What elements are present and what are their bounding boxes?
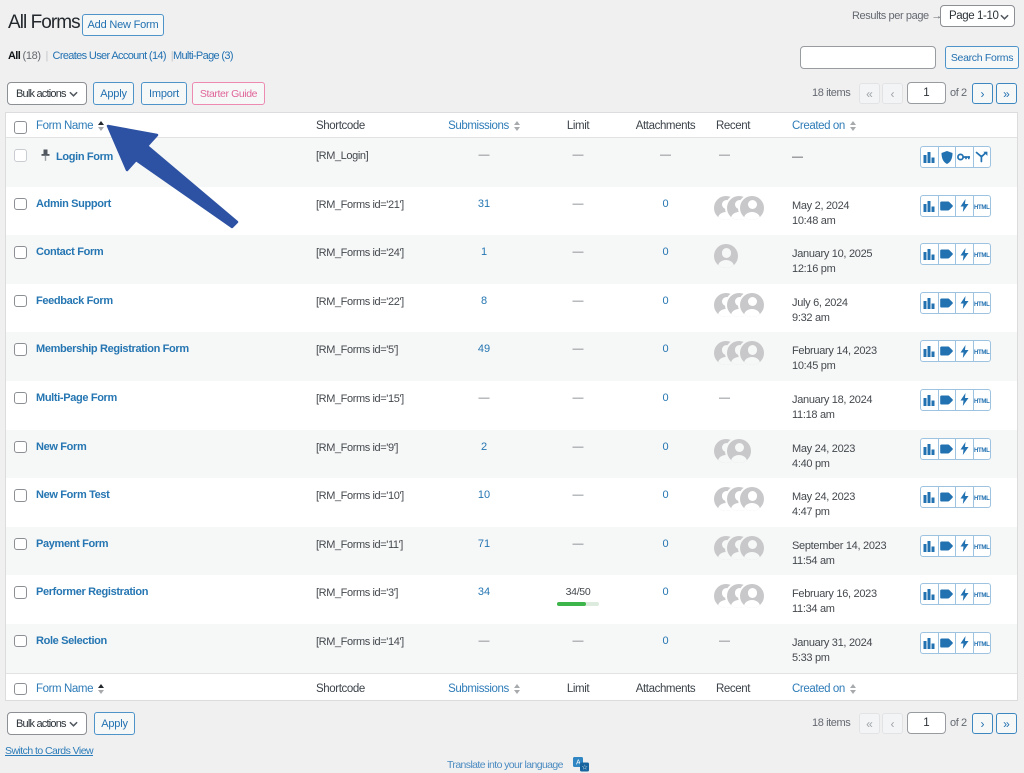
svg-text:HTML: HTML <box>974 399 990 404</box>
svg-text:HTML: HTML <box>974 545 990 550</box>
svg-text:HTML: HTML <box>974 302 990 307</box>
svg-text:HTML: HTML <box>974 593 990 598</box>
svg-text:HTML: HTML <box>974 642 990 647</box>
svg-text:HTML: HTML <box>974 253 990 258</box>
svg-text:☆: ☆ <box>582 764 588 772</box>
svg-text:HTML: HTML <box>974 205 990 210</box>
svg-text:HTML: HTML <box>974 350 990 355</box>
svg-text:HTML: HTML <box>974 448 990 453</box>
svg-text:HTML: HTML <box>974 496 990 501</box>
